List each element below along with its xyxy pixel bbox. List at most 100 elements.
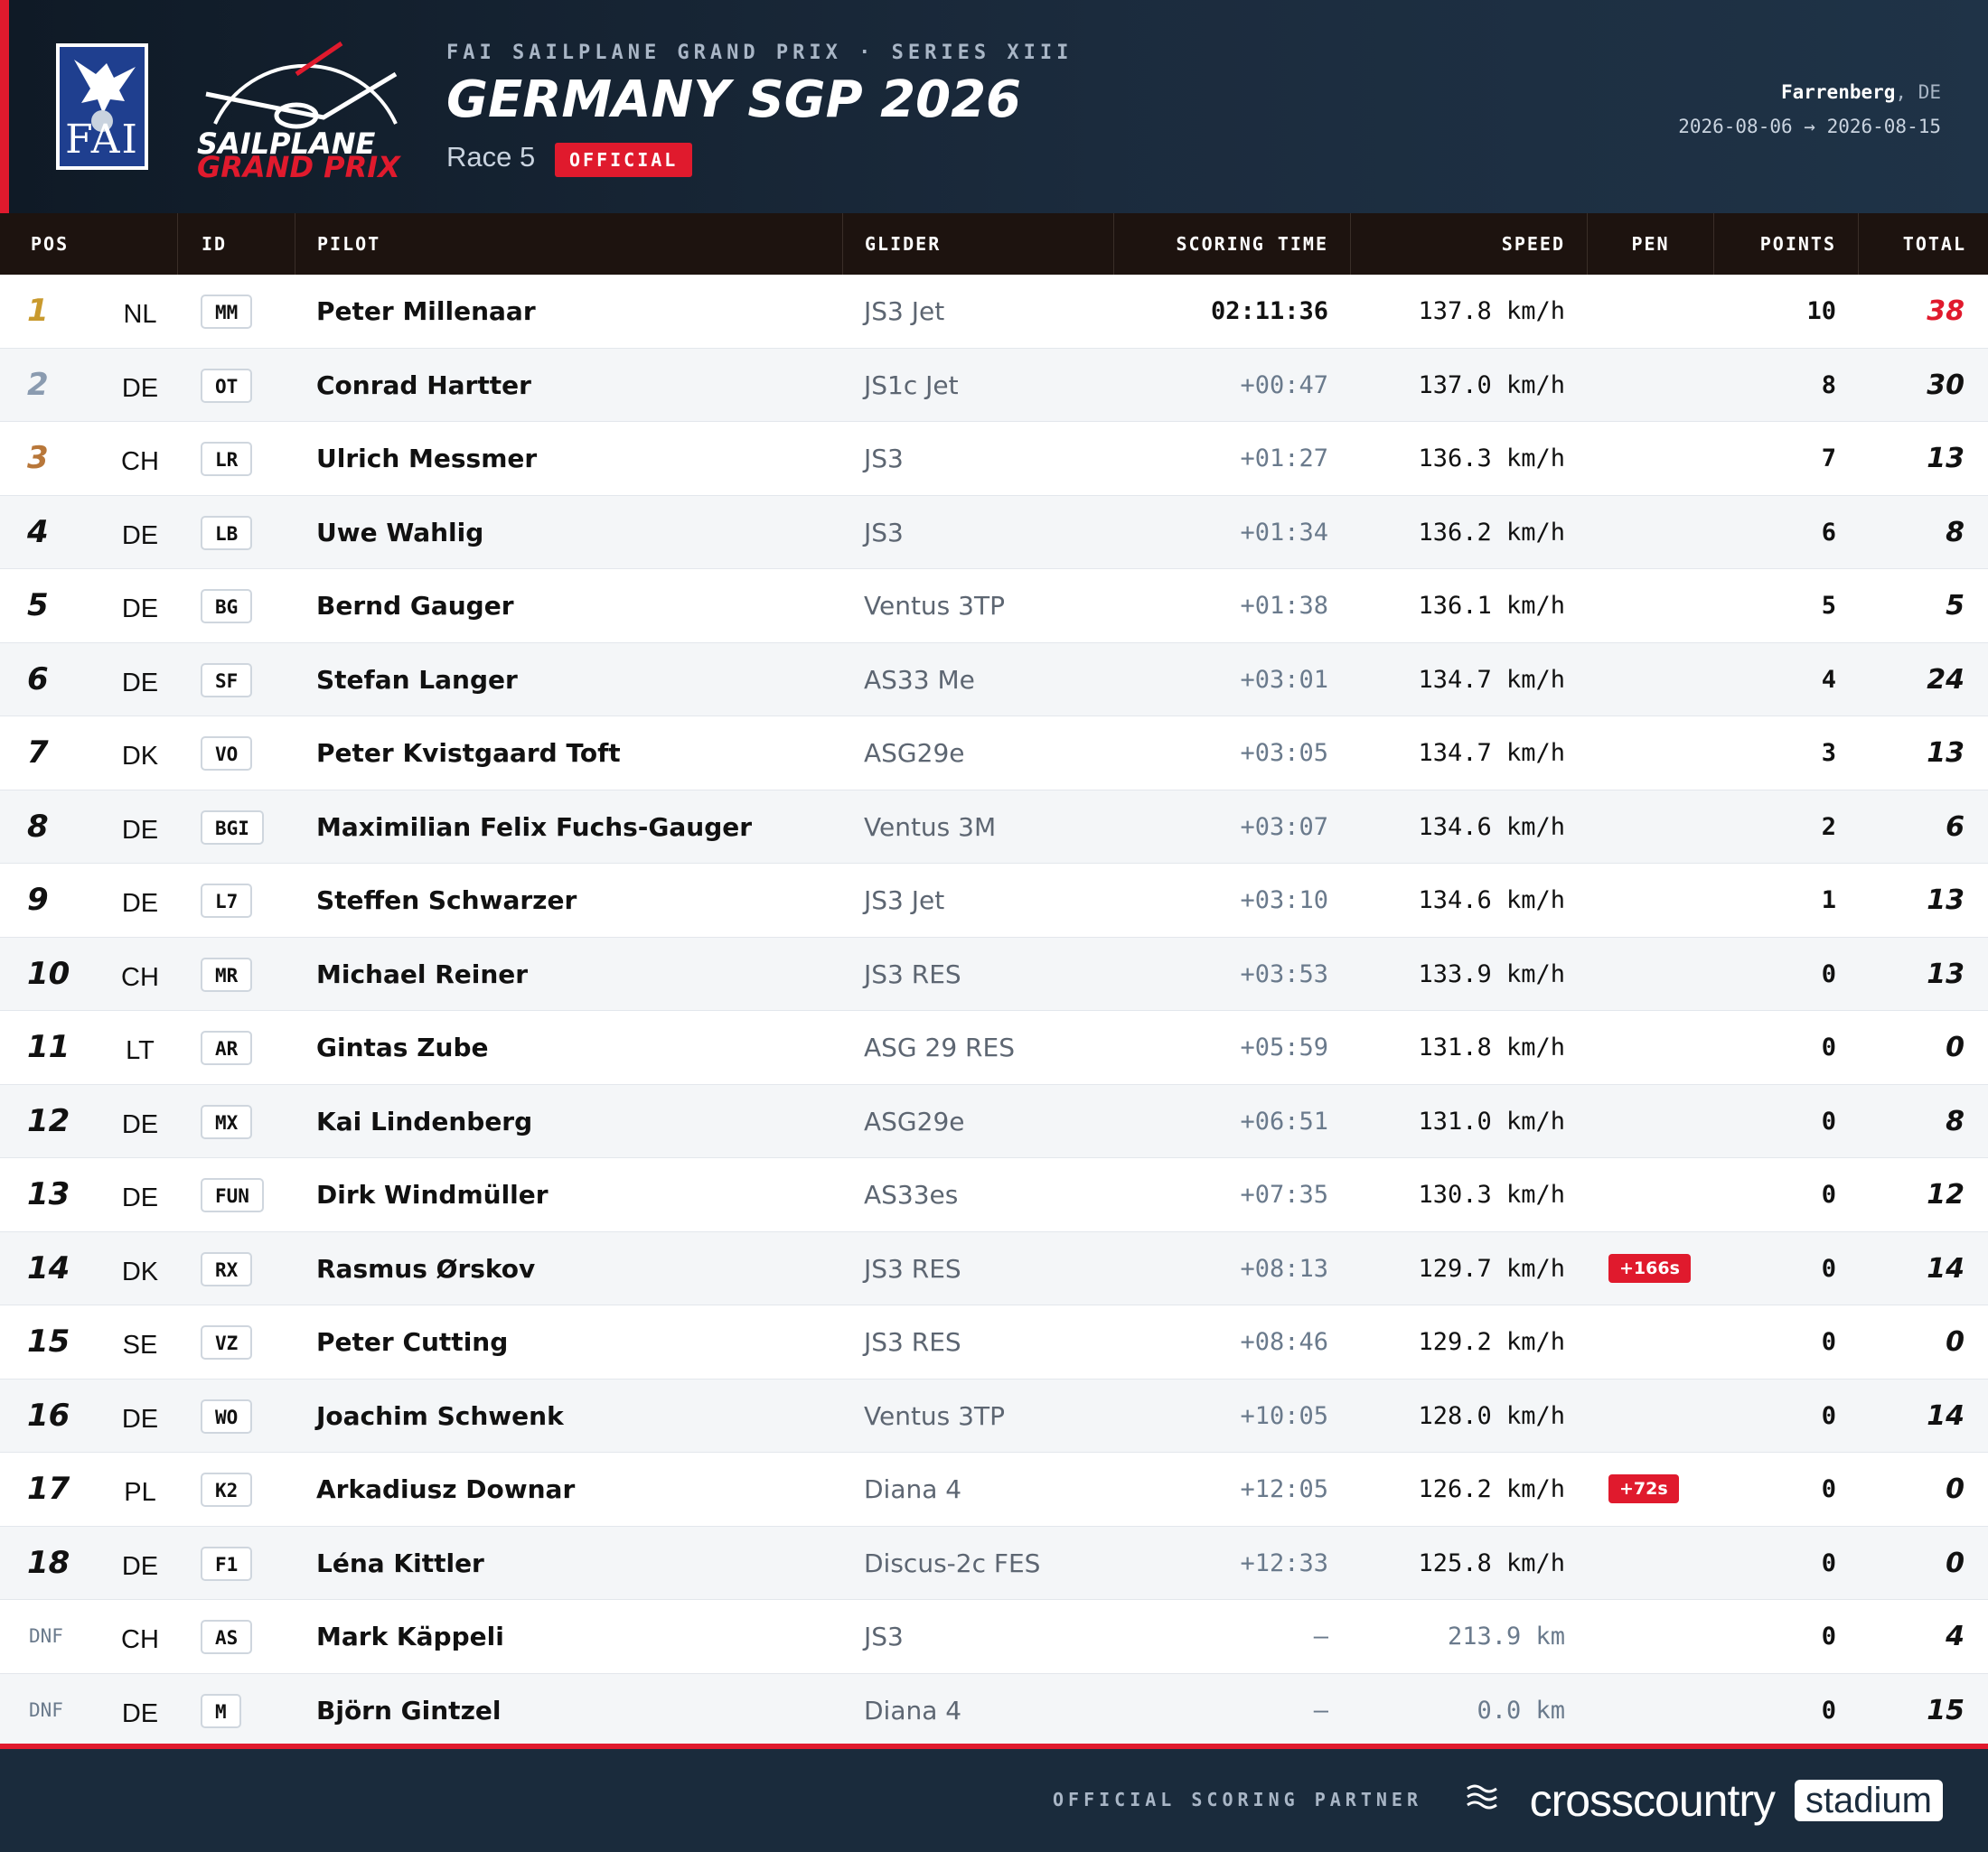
column-header-points[interactable]: POINTS xyxy=(1713,213,1858,275)
pilot-name[interactable]: Ulrich Messmer xyxy=(316,422,537,495)
nationality: CH xyxy=(121,1625,159,1654)
column-header-total[interactable]: TOTAL xyxy=(1858,213,1988,275)
nationality: DE xyxy=(121,1698,159,1728)
total-points: 4 xyxy=(1946,1621,1965,1652)
pilot-name[interactable]: Léna Kittler xyxy=(316,1527,484,1600)
pilot-name[interactable]: Peter Kvistgaard Toft xyxy=(316,716,621,790)
points: 0 xyxy=(1821,1548,1836,1577)
nationality: LT xyxy=(126,1036,155,1065)
column-header-speed[interactable]: SPEED xyxy=(1350,213,1587,275)
pilot-name[interactable]: Steffen Schwarzer xyxy=(316,864,577,937)
competition-id-badge: MR xyxy=(201,957,253,992)
nationality: DE xyxy=(121,1404,159,1434)
column-header-glider[interactable]: GLIDER xyxy=(842,213,1113,275)
points: 0 xyxy=(1821,1696,1836,1725)
table-row[interactable]: 6 DE SF Stefan Langer AS33 Me +03:01 134.7 km/… xyxy=(0,642,1988,716)
venue-city: Farrenberg xyxy=(1780,81,1896,103)
competition-id-badge: RX xyxy=(201,1251,253,1286)
table-row[interactable]: 9 DE L7 Steffen Schwarzer JS3 Jet +03:10 134.6… xyxy=(0,864,1988,938)
pilot-name[interactable]: Conrad Hartter xyxy=(316,349,531,422)
points: 1 xyxy=(1821,886,1836,914)
table-row[interactable]: 14 DK RX Rasmus Ørskov JS3 RES +08:13 129.7 km… xyxy=(0,1231,1988,1305)
glider-type: JS3 RES xyxy=(864,1327,961,1357)
pilot-name[interactable]: Arkadiusz Downar xyxy=(316,1453,575,1526)
total-points: 13 xyxy=(1927,958,1965,990)
scoring-time: +03:10 xyxy=(1240,886,1328,914)
pilot-name[interactable]: Björn Gintzel xyxy=(316,1674,501,1747)
table-row[interactable]: 11 LT AR Gintas Zube ASG 29 RES +05:59 131.8 k… xyxy=(0,1011,1988,1085)
table-row[interactable]: 5 DE BG Bernd Gauger Ventus 3TP +01:38 136.1 k… xyxy=(0,569,1988,643)
total-points: 6 xyxy=(1946,810,1965,843)
column-header-pilot[interactable]: PILOT xyxy=(295,213,842,275)
table-row[interactable]: 16 DE WO Joachim Schwenk Ventus 3TP +10:05 128… xyxy=(0,1379,1988,1453)
table-row[interactable]: 13 DE FUN Dirk Windmüller AS33es +07:35 130.3 … xyxy=(0,1158,1988,1232)
glider-type: AS33 Me xyxy=(864,664,975,695)
table-row[interactable]: DNF CH AS Mark Käppeli JS3 – 213.9 km 0 4 xyxy=(0,1600,1988,1674)
column-header-pen[interactable]: PEN xyxy=(1587,213,1713,275)
glider-type: Ventus 3TP xyxy=(864,591,1005,621)
nationality: DE xyxy=(121,594,159,623)
glider-type: Diana 4 xyxy=(864,1474,962,1504)
total-points: 13 xyxy=(1927,737,1965,769)
pilot-name[interactable]: Peter Millenaar xyxy=(316,275,536,348)
points: 0 xyxy=(1821,1254,1836,1283)
points: 7 xyxy=(1821,444,1836,472)
total-points: 5 xyxy=(1946,590,1965,622)
points: 0 xyxy=(1821,1623,1836,1651)
total-points: 0 xyxy=(1946,1547,1965,1579)
table-row[interactable]: 7 DK VO Peter Kvistgaard Toft ASG29e +03:05 13… xyxy=(0,716,1988,790)
crosscountry-logo[interactable]: crosscountry stadium xyxy=(1464,1769,1943,1826)
table-row[interactable]: 12 DE MX Kai Lindenberg ASG29e +06:51 131.0 km… xyxy=(0,1084,1988,1158)
position: DNF xyxy=(29,1625,63,1647)
table-row[interactable]: 15 SE VZ Peter Cutting JS3 RES +08:46 129.2 km… xyxy=(0,1305,1988,1380)
points: 6 xyxy=(1821,518,1836,547)
table-row[interactable]: 8 DE BGI Maximilian Felix Fuchs-Gauger Ventu… xyxy=(0,790,1988,864)
pilot-name[interactable]: Stefan Langer xyxy=(316,643,518,716)
total-points: 0 xyxy=(1946,1326,1965,1358)
table-row[interactable]: 17 PL K2 Arkadiusz Downar Diana 4 +12:05 126.2… xyxy=(0,1453,1988,1527)
pilot-name[interactable]: Bernd Gauger xyxy=(316,569,514,642)
pilot-name[interactable]: Maximilian Felix Fuchs-Gauger xyxy=(316,790,752,864)
column-header-pos[interactable]: POS xyxy=(31,213,69,275)
column-header-time[interactable]: SCORING TIME xyxy=(1113,213,1350,275)
race-label: Race 5 xyxy=(446,141,536,173)
pilot-name[interactable]: Peter Cutting xyxy=(316,1305,508,1379)
speed: 125.8 km/h xyxy=(1418,1548,1565,1577)
pilot-name[interactable]: Mark Käppeli xyxy=(316,1600,504,1673)
results-table-header: POS ID PILOT GLIDER SCORING TIME SPEED P… xyxy=(0,213,1988,275)
pilot-name[interactable]: Dirk Windmüller xyxy=(316,1158,549,1231)
competition-id-badge: WO xyxy=(201,1398,253,1434)
speed: 134.7 km/h xyxy=(1418,739,1565,767)
venue: Farrenberg, DE xyxy=(1781,81,1941,103)
pilot-name[interactable]: Uwe Wahlig xyxy=(316,496,483,569)
glider-type: Discus-2c FES xyxy=(864,1548,1041,1578)
speed: 134.6 km/h xyxy=(1418,812,1565,841)
nationality: DE xyxy=(121,1109,159,1139)
total-points: 12 xyxy=(1927,1179,1965,1211)
table-row[interactable]: DNF DE M Björn Gintzel Diana 4 – 0.0 km 0 15 xyxy=(0,1673,1988,1747)
table-row[interactable]: 10 CH MR Michael Reiner JS3 RES +03:53 133.9 k… xyxy=(0,937,1988,1011)
competition-id-badge: LB xyxy=(201,515,253,550)
table-row[interactable]: 2 DE OT Conrad Hartter JS1c Jet +00:47 137.0 k… xyxy=(0,348,1988,422)
pilot-name[interactable]: Rasmus Ørskov xyxy=(316,1232,535,1305)
points: 0 xyxy=(1821,1475,1836,1503)
pilot-name[interactable]: Joachim Schwenk xyxy=(316,1380,564,1453)
scoring-time: +01:38 xyxy=(1240,592,1328,620)
total-points: 14 xyxy=(1927,1252,1965,1285)
pilot-name[interactable]: Michael Reiner xyxy=(316,938,528,1011)
pilot-name[interactable]: Gintas Zube xyxy=(316,1011,488,1084)
table-row[interactable]: 18 DE F1 Léna Kittler Discus-2c FES +12:33 125… xyxy=(0,1526,1988,1600)
pilot-name[interactable]: Kai Lindenberg xyxy=(316,1085,532,1158)
total-points: 24 xyxy=(1927,663,1965,696)
table-row[interactable]: 4 DE LB Uwe Wahlig JS3 +01:34 136.2 km/h 6 8 xyxy=(0,495,1988,569)
nationality: CH xyxy=(121,962,159,992)
column-header-id[interactable]: ID xyxy=(177,213,295,275)
speed: 137.8 km/h xyxy=(1418,297,1565,325)
table-row[interactable]: 3 CH LR Ulrich Messmer JS3 +01:27 136.3 km/h 7 1… xyxy=(0,422,1988,496)
points: 0 xyxy=(1821,959,1836,988)
scoring-time: +10:05 xyxy=(1240,1401,1328,1430)
points: 0 xyxy=(1821,1328,1836,1356)
table-row[interactable]: 1 NL MM Peter Millenaar JS3 Jet 02:11:36 137.8… xyxy=(0,275,1988,349)
points: 2 xyxy=(1821,812,1836,841)
competition-id-badge: MX xyxy=(201,1104,253,1139)
